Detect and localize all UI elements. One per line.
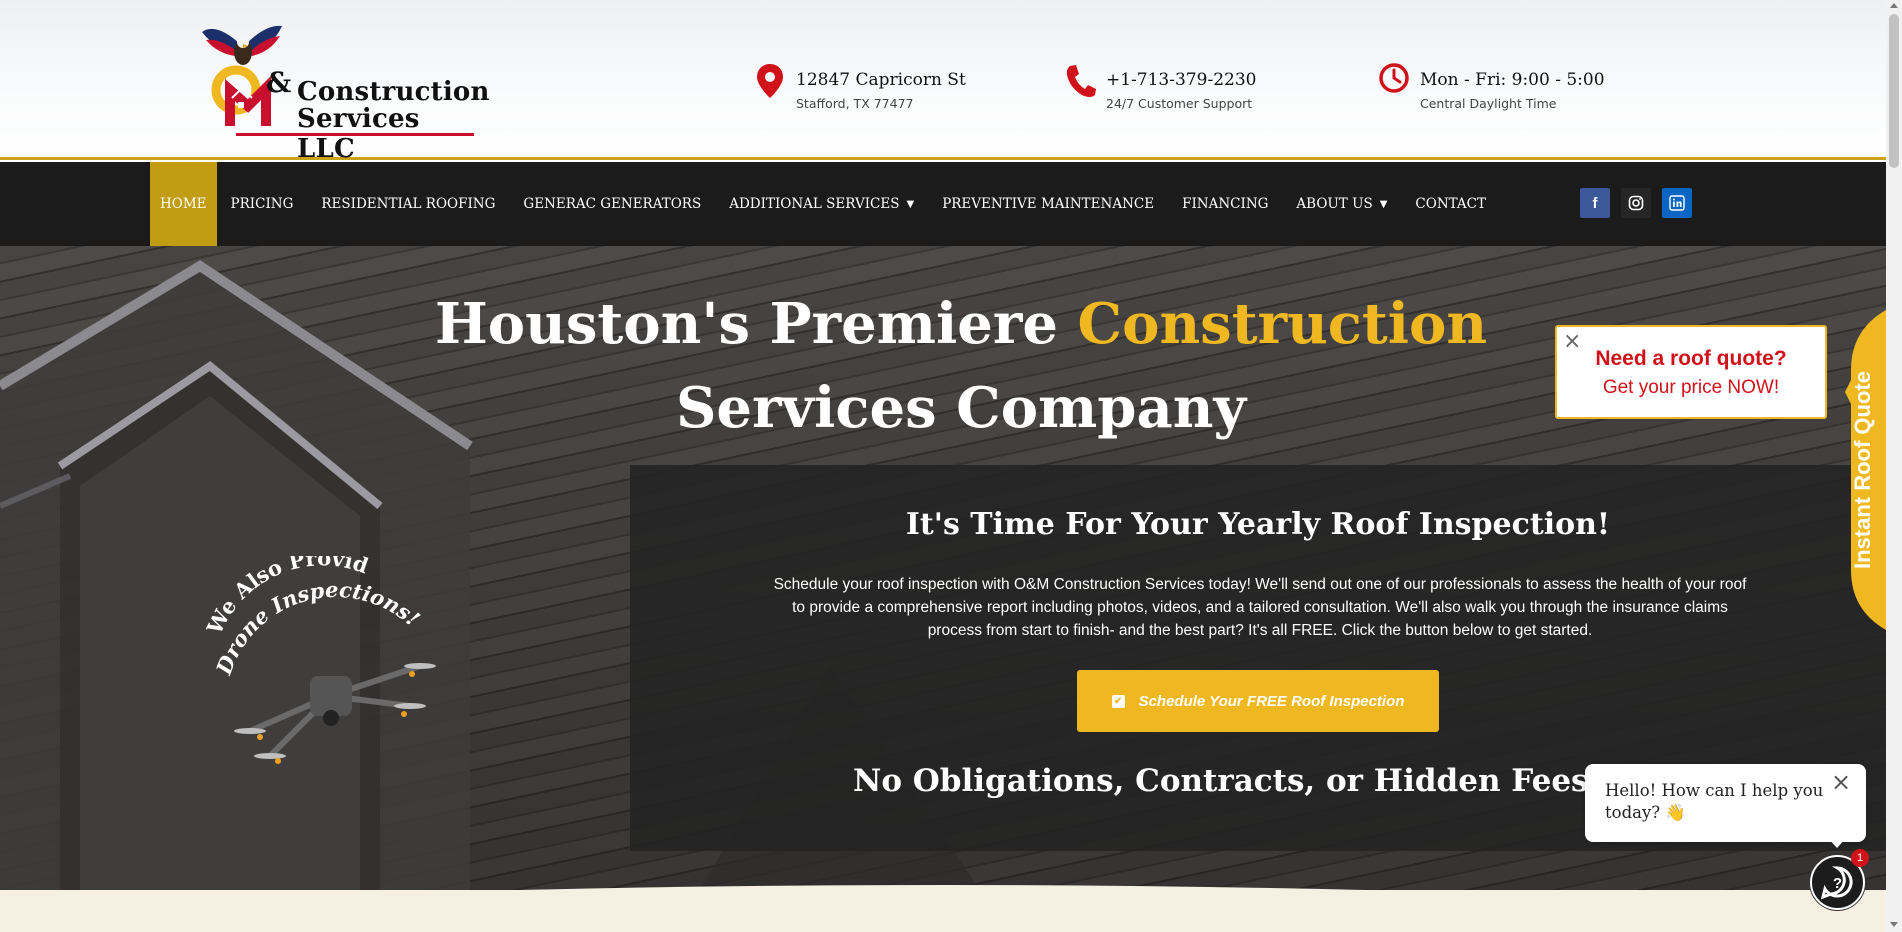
site-header: & Construction Services LLC 12847 Capric… bbox=[0, 0, 1886, 164]
scrollbar-thumb[interactable] bbox=[1889, 14, 1899, 168]
nav-item-label: Pricing bbox=[230, 196, 294, 212]
roof-quote-popup[interactable]: × Need a roof quote? Get your price NOW! bbox=[1555, 325, 1827, 419]
clock-icon bbox=[1379, 63, 1409, 93]
nav-item-residential-roofing[interactable]: Residential Roofing bbox=[307, 162, 509, 246]
chat-bubble-tail bbox=[1828, 838, 1846, 848]
page-scrollbar[interactable] bbox=[1886, 0, 1902, 932]
linkedin-icon[interactable] bbox=[1662, 188, 1692, 218]
chat-greeting-bubble[interactable]: Hello! How can I help you today? 👋 × bbox=[1585, 764, 1866, 842]
nav-item-label: About Us bbox=[1296, 196, 1373, 212]
instant-roof-quote-label[interactable]: Instant Roof Quote bbox=[1850, 371, 1876, 569]
nav-item-generac-generators[interactable]: Generac Generators bbox=[509, 162, 715, 246]
caret-down-icon: ▼ bbox=[1379, 198, 1388, 210]
notification-badge: 1 bbox=[1851, 849, 1869, 867]
logo-underline bbox=[236, 133, 474, 136]
quote-subline: Get your price NOW! bbox=[1602, 377, 1780, 398]
address-line1: 12847 Capricorn St bbox=[796, 70, 966, 90]
drone-inspection-badge: We Also Provide Drone Inspections! bbox=[193, 536, 460, 776]
facebook-icon[interactable]: f bbox=[1580, 188, 1610, 218]
cta-label: Schedule Your FREE Roof Inspection bbox=[1138, 692, 1405, 710]
nav-menu: Home Pricing Residential Roofing Generac… bbox=[150, 162, 1500, 246]
hero-title-highlight: Construction bbox=[1077, 291, 1488, 357]
scroll-up-arrow-icon[interactable] bbox=[1890, 3, 1898, 8]
nav-item-label: Home bbox=[160, 196, 207, 212]
svg-text:?: ? bbox=[1833, 875, 1842, 892]
nav-item-about-us[interactable]: About Us ▼ bbox=[1282, 162, 1401, 246]
scroll-down-arrow-icon[interactable] bbox=[1890, 922, 1898, 927]
caret-down-icon: ▼ bbox=[906, 198, 915, 210]
hours-line2: Central Daylight Time bbox=[1420, 96, 1557, 111]
location-pin-icon bbox=[757, 64, 783, 98]
hours-line1: Mon - Fri: 9:00 - 5:00 bbox=[1420, 70, 1605, 90]
close-icon[interactable]: × bbox=[1831, 768, 1851, 796]
nav-item-home[interactable]: Home bbox=[150, 162, 217, 246]
nav-item-label: Generac Generators bbox=[523, 196, 702, 212]
nav-item-label: Preventive Maintenance bbox=[942, 196, 1155, 212]
nav-item-contact[interactable]: Contact bbox=[1401, 162, 1500, 246]
next-section bbox=[0, 890, 1886, 932]
schedule-inspection-button[interactable]: ✔ Schedule Your FREE Roof Inspection bbox=[1077, 670, 1439, 732]
instagram-icon[interactable] bbox=[1621, 188, 1651, 218]
logo-text-line1: Construction bbox=[297, 77, 490, 107]
chat-message: Hello! How can I help you today? 👋 bbox=[1605, 781, 1824, 822]
nav-item-pricing[interactable]: Pricing bbox=[217, 162, 308, 246]
phone-number[interactable]: +1-713-379-2230 bbox=[1106, 70, 1256, 90]
nav-item-label: Additional Services bbox=[729, 196, 900, 212]
nav-item-additional-services[interactable]: Additional Services ▼ bbox=[715, 162, 928, 246]
phone-icon bbox=[1066, 65, 1096, 97]
nav-item-label: Residential Roofing bbox=[321, 196, 496, 212]
nav-item-label: Financing bbox=[1182, 196, 1269, 212]
hero-title-part1: Houston's Premiere bbox=[434, 291, 1078, 357]
checkbox-icon: ✔ bbox=[1111, 694, 1125, 708]
panel-body-text: Schedule your roof inspection with O&M C… bbox=[773, 576, 1747, 639]
company-logo[interactable]: & Construction Services LLC bbox=[196, 22, 489, 164]
drone-icon bbox=[234, 663, 436, 764]
nav-item-financing[interactable]: Financing bbox=[1168, 162, 1282, 246]
hero-title-part2: Services Company bbox=[675, 375, 1246, 441]
phone-subtext: 24/7 Customer Support bbox=[1106, 96, 1253, 111]
logo-ampersand: & bbox=[266, 66, 292, 99]
panel-title: It's Time For Your Yearly Roof Inspectio… bbox=[905, 507, 1611, 542]
nav-item-preventive-maintenance[interactable]: Preventive Maintenance bbox=[928, 162, 1168, 246]
address-line2: Stafford, TX 77477 bbox=[796, 96, 914, 111]
social-links: f bbox=[1580, 188, 1692, 218]
nav-item-label: Contact bbox=[1415, 196, 1486, 212]
quote-headline: Need a roof quote? bbox=[1595, 347, 1787, 370]
